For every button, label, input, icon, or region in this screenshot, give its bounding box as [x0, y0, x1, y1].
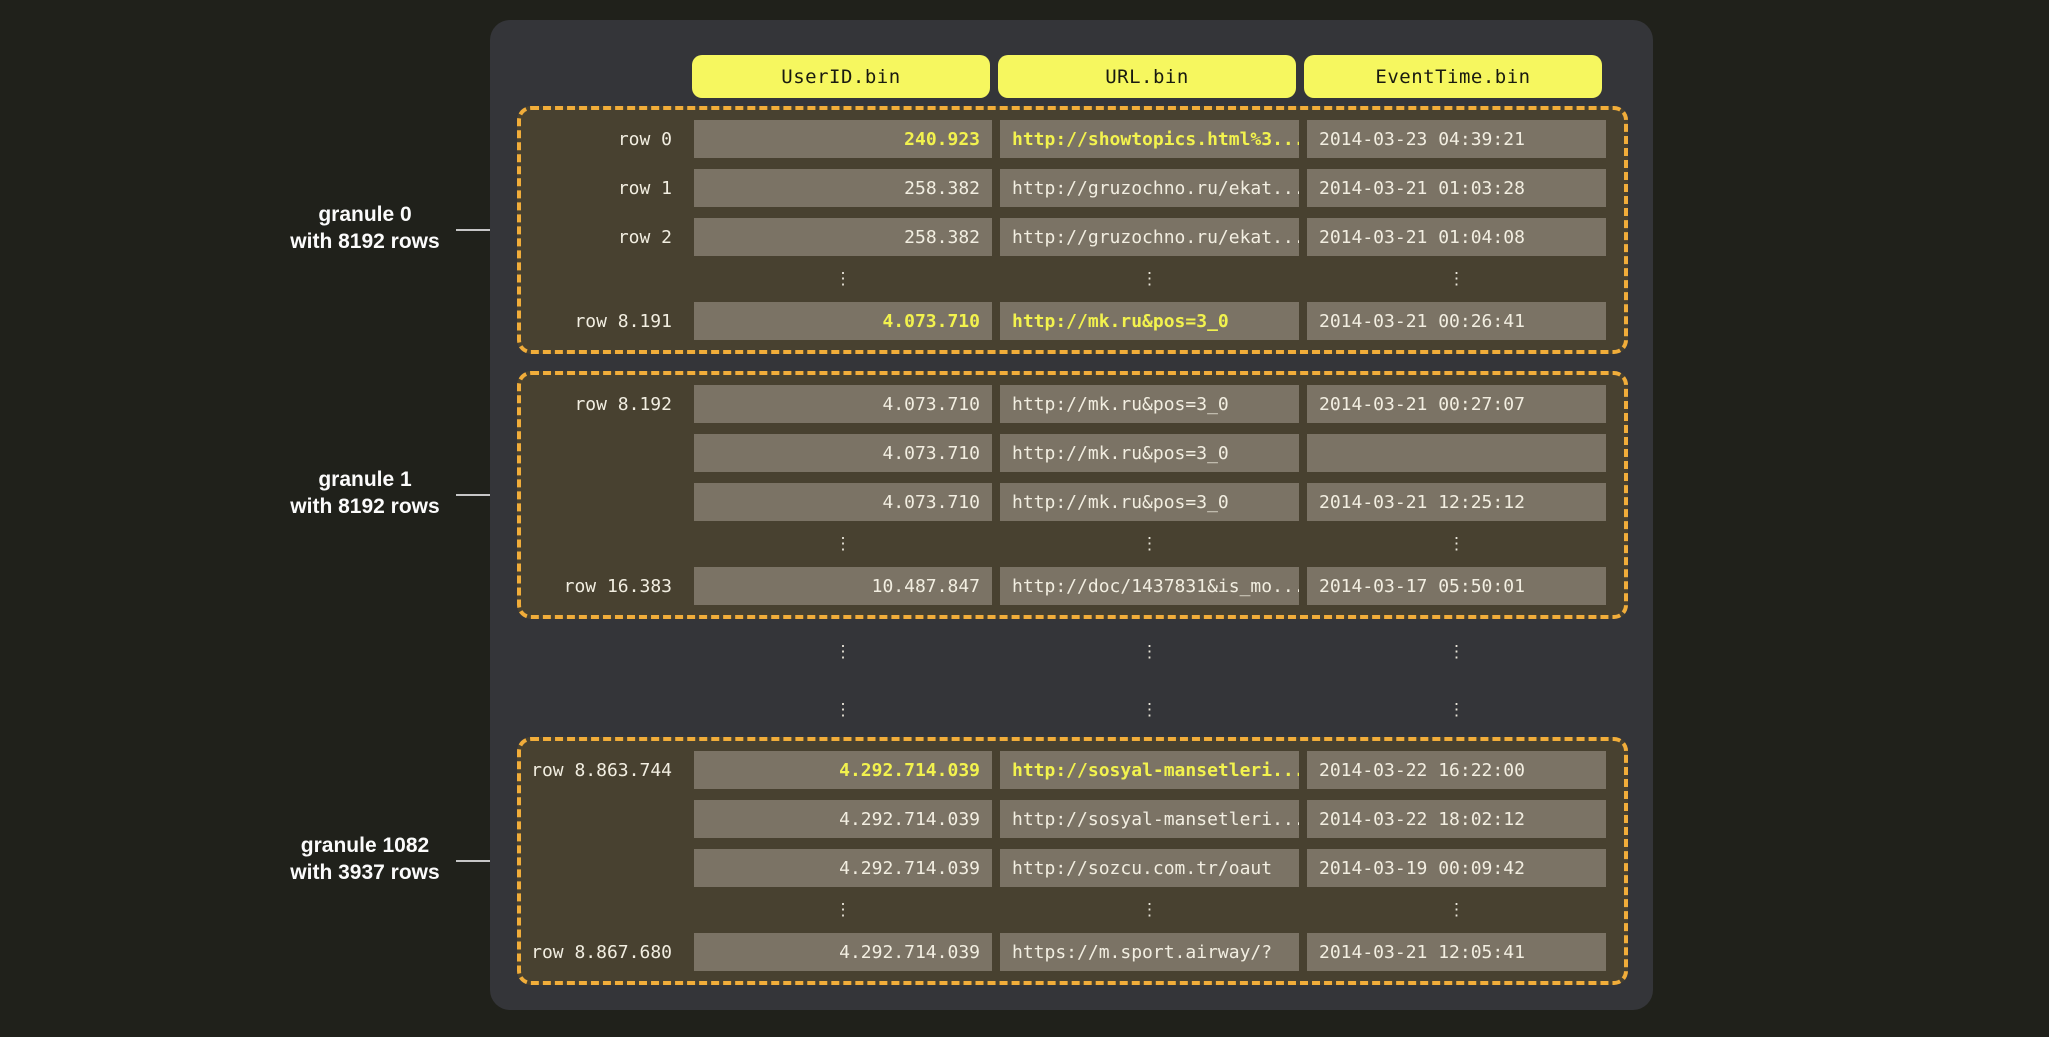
cell-userid: 4.073.710: [694, 483, 992, 521]
ellipsis: ⋮: [694, 698, 992, 722]
cell-eventtime: 2014-03-21 01:03:28: [1307, 169, 1606, 207]
ellipsis: ⋮: [1307, 898, 1606, 922]
table-row: row 2 258.382 http://gruzochno.ru/ekat..…: [521, 218, 1610, 256]
cell-eventtime: 2014-03-21 12:25:12: [1307, 483, 1606, 521]
ellipsis: ⋮: [1000, 532, 1299, 556]
column-header-url-bin: URL.bin: [998, 55, 1296, 98]
cell-userid: 10.487.847: [694, 567, 992, 605]
cell-url: http://showtopics.html%3...: [1000, 120, 1299, 158]
column-headers: UserID.bin URL.bin EventTime.bin: [692, 55, 1602, 98]
cell-eventtime: 2014-03-21 00:26:41: [1307, 302, 1606, 340]
cell-userid: 4.292.714.039: [694, 800, 992, 838]
cell-eventtime: 2014-03-21 00:27:07: [1307, 385, 1606, 423]
table-row: row 8.867.680 4.292.714.039 https://m.sp…: [521, 933, 1610, 971]
ellipsis: ⋮: [1307, 698, 1606, 722]
cell-url: http://doc/1437831&is_mo...: [1000, 567, 1299, 605]
cell-url: http://gruzochno.ru/ekat...: [1000, 218, 1299, 256]
table-row: 4.073.710 http://mk.ru&pos=3_0: [521, 434, 1610, 472]
ellipsis-row: ⋮ ⋮ ⋮: [521, 532, 1610, 556]
table-row: row 16.383 10.487.847 http://doc/1437831…: [521, 567, 1610, 605]
cell-url: http://mk.ru&pos=3_0: [1000, 434, 1299, 472]
cell-url: http://mk.ru&pos=3_0: [1000, 483, 1299, 521]
row-label: row 8.192: [521, 385, 686, 423]
cell-userid: 4.292.714.039: [694, 849, 992, 887]
cell-userid: 258.382: [694, 218, 992, 256]
cell-eventtime: 2014-03-19 00:09:42: [1307, 849, 1606, 887]
cell-url: http://sosyal-mansetleri...: [1000, 751, 1299, 789]
column-header-eventtime-bin: EventTime.bin: [1304, 55, 1602, 98]
cell-url: http://mk.ru&pos=3_0: [1000, 385, 1299, 423]
ellipsis: ⋮: [1000, 898, 1299, 922]
table-row: row 8.191 4.073.710 http://mk.ru&pos=3_0…: [521, 302, 1610, 340]
cell-eventtime: 2014-03-21 01:04:08: [1307, 218, 1606, 256]
row-label: [521, 849, 686, 887]
ellipsis: ⋮: [694, 267, 992, 291]
ellipsis: ⋮: [1000, 267, 1299, 291]
cell-url: http://sozcu.com.tr/oaut: [1000, 849, 1299, 887]
row-label: row 0: [521, 120, 686, 158]
row-label: [521, 483, 686, 521]
granule-0-box: row 0 240.923 http://showtopics.html%3..…: [517, 106, 1628, 354]
table-row: row 0 240.923 http://showtopics.html%3..…: [521, 120, 1610, 158]
cell-eventtime: 2014-03-17 05:50:01: [1307, 567, 1606, 605]
cell-userid: 4.073.710: [694, 434, 992, 472]
cell-userid: 4.292.714.039: [694, 933, 992, 971]
cell-url: http://gruzochno.ru/ekat...: [1000, 169, 1299, 207]
table-row: 4.073.710 http://mk.ru&pos=3_0 2014-03-2…: [521, 483, 1610, 521]
granule-1-box: row 8.192 4.073.710 http://mk.ru&pos=3_0…: [517, 371, 1628, 619]
row-label: row 2: [521, 218, 686, 256]
row-label: [521, 434, 686, 472]
ellipsis: ⋮: [1307, 532, 1606, 556]
cell-eventtime: 2014-03-23 04:39:21: [1307, 120, 1606, 158]
ellipsis: ⋮: [1000, 698, 1299, 722]
table-row: row 8.192 4.073.710 http://mk.ru&pos=3_0…: [521, 385, 1610, 423]
cell-userid: 4.073.710: [694, 302, 992, 340]
cell-eventtime: 2014-03-22 18:02:12: [1307, 800, 1606, 838]
cell-userid: 4.073.710: [694, 385, 992, 423]
ellipsis-row: ⋮ ⋮ ⋮: [521, 898, 1610, 922]
table-row: row 8.863.744 4.292.714.039 http://sosya…: [521, 751, 1610, 789]
ellipsis-row: ⋮ ⋮ ⋮: [521, 640, 1610, 664]
storage-panel: UserID.bin URL.bin EventTime.bin row 0 2…: [490, 20, 1653, 1010]
cell-url: http://mk.ru&pos=3_0: [1000, 302, 1299, 340]
cell-url: http://sosyal-mansetleri...: [1000, 800, 1299, 838]
ellipsis: ⋮: [1307, 267, 1606, 291]
table-row: row 1 258.382 http://gruzochno.ru/ekat..…: [521, 169, 1610, 207]
row-label: row 8.867.680: [521, 933, 686, 971]
ellipsis-row: ⋮ ⋮ ⋮: [521, 267, 1610, 291]
ellipsis: ⋮: [1000, 640, 1299, 664]
row-label: [521, 800, 686, 838]
cell-userid: 4.292.714.039: [694, 751, 992, 789]
column-header-userid-bin: UserID.bin: [692, 55, 990, 98]
row-label: row 8.863.744: [521, 751, 686, 789]
row-label: row 16.383: [521, 567, 686, 605]
ellipsis: ⋮: [1307, 640, 1606, 664]
table-row: 4.292.714.039 http://sozcu.com.tr/oaut 2…: [521, 849, 1610, 887]
cell-eventtime: 2014-03-22 16:22:00: [1307, 751, 1606, 789]
ellipsis: ⋮: [694, 640, 992, 664]
ellipsis: ⋮: [694, 532, 992, 556]
cell-eventtime: [1307, 434, 1606, 472]
ellipsis-row: ⋮ ⋮ ⋮: [521, 698, 1610, 722]
cell-userid: 258.382: [694, 169, 992, 207]
omitted-granules-ellipsis: ⋮ ⋮ ⋮ ⋮ ⋮ ⋮: [521, 623, 1610, 739]
cell-eventtime: 2014-03-21 12:05:41: [1307, 933, 1606, 971]
ellipsis: ⋮: [694, 898, 992, 922]
row-label: row 1: [521, 169, 686, 207]
granule-1082-box: row 8.863.744 4.292.714.039 http://sosya…: [517, 737, 1628, 985]
row-label: row 8.191: [521, 302, 686, 340]
cell-userid: 240.923: [694, 120, 992, 158]
cell-url: https://m.sport.airway/?: [1000, 933, 1299, 971]
table-row: 4.292.714.039 http://sosyal-mansetleri..…: [521, 800, 1610, 838]
